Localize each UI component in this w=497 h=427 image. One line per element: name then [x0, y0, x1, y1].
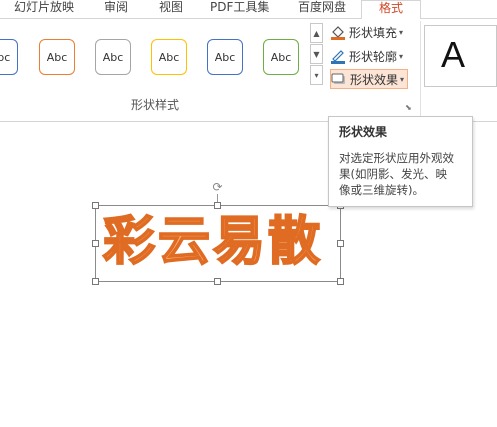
- shape-fill-label: 形状填充: [349, 25, 398, 40]
- tab-review[interactable]: 审阅: [104, 0, 128, 19]
- shape-styles-group-label: 形状样式: [130, 98, 179, 112]
- tab-pdf-tools[interactable]: PDF工具集: [210, 0, 269, 19]
- dialog-launcher-icon[interactable]: ⬊: [405, 103, 412, 112]
- shape-style-4[interactable]: Abc: [207, 39, 243, 75]
- shape-style-5[interactable]: Abc: [263, 39, 299, 75]
- shape-effects-label: 形状效果: [350, 72, 399, 87]
- shape-style-label: Abc: [46, 50, 68, 64]
- resize-handle-sw[interactable]: [92, 278, 99, 285]
- chevron-up-icon: ▲: [313, 28, 320, 38]
- shape-style-label: Abc: [0, 50, 11, 64]
- rotate-stem: [217, 194, 218, 202]
- tab-view[interactable]: 视图: [159, 0, 183, 19]
- resize-handle-se[interactable]: [337, 278, 344, 285]
- shape-effects-tooltip: 形状效果 对选定形状应用外观效 果(如阴影、发光、映 像或三维旋转)。: [328, 116, 473, 207]
- rotate-handle-icon[interactable]: ⟳: [211, 181, 224, 194]
- gallery-up-button[interactable]: ▲: [310, 23, 323, 43]
- gallery-more-button[interactable]: ▾: [310, 65, 323, 85]
- shape-fill-button[interactable]: 形状填充 ▾: [330, 22, 406, 42]
- tooltip-line: 对选定形状应用外观效: [339, 151, 454, 165]
- tooltip-title: 形状效果: [339, 125, 388, 139]
- dropdown-caret-icon: ▾: [400, 74, 405, 84]
- tooltip-line: 果(如阴影、发光、映: [339, 167, 447, 181]
- shape-effects-icon: [331, 71, 347, 87]
- resize-handle-s[interactable]: [214, 278, 221, 285]
- shape-outline-label: 形状轮廓: [349, 49, 398, 64]
- group-divider: [420, 21, 421, 119]
- ribbon: Abc Abc Abc Abc Abc Abc ▲ ▼ ▾ 形状样式 ⬊ 形状填…: [0, 19, 497, 122]
- dropdown-caret-icon: ▾: [399, 27, 404, 37]
- tab-format[interactable]: 格式: [361, 0, 421, 20]
- ribbon-tab-bar: 幻灯片放映 审阅 视图 PDF工具集 百度网盘 格式: [0, 0, 497, 20]
- shape-style-label: Abc: [102, 50, 124, 64]
- dropdown-caret-icon: ▾: [399, 51, 404, 61]
- paint-bucket-icon: [330, 24, 346, 40]
- resize-handle-e[interactable]: [337, 240, 344, 247]
- shape-style-0[interactable]: Abc: [0, 39, 18, 75]
- shape-text[interactable]: 彩云易散: [102, 207, 335, 277]
- shape-style-label: Abc: [158, 50, 180, 64]
- resize-handle-n[interactable]: [214, 202, 221, 209]
- gallery-down-button[interactable]: ▼: [310, 44, 323, 64]
- shape-style-3[interactable]: Abc: [151, 39, 187, 75]
- shape-effects-button[interactable]: 形状效果 ▾: [330, 69, 409, 89]
- resize-handle-w[interactable]: [92, 240, 99, 247]
- shape-style-1[interactable]: Abc: [39, 39, 75, 75]
- shape-style-2[interactable]: Abc: [95, 39, 131, 75]
- tab-baidu-pan[interactable]: 百度网盘: [298, 0, 346, 19]
- tooltip-line: 像或三维旋转)。: [339, 183, 424, 197]
- more-icon: ▾: [314, 70, 319, 80]
- tab-slideshow[interactable]: 幻灯片放映: [14, 0, 74, 19]
- gallery-scroller: ▲ ▼ ▾: [310, 21, 323, 87]
- pencil-icon: [330, 48, 346, 64]
- shape-outline-button[interactable]: 形状轮廓 ▾: [330, 46, 406, 66]
- shape-style-label: Abc: [270, 50, 292, 64]
- wordart-style-preview[interactable]: A: [424, 25, 497, 87]
- wordart-sample: A: [441, 34, 466, 75]
- shape-style-label: Abc: [214, 50, 236, 64]
- resize-handle-nw[interactable]: [92, 202, 99, 209]
- chevron-down-icon: ▼: [313, 49, 320, 59]
